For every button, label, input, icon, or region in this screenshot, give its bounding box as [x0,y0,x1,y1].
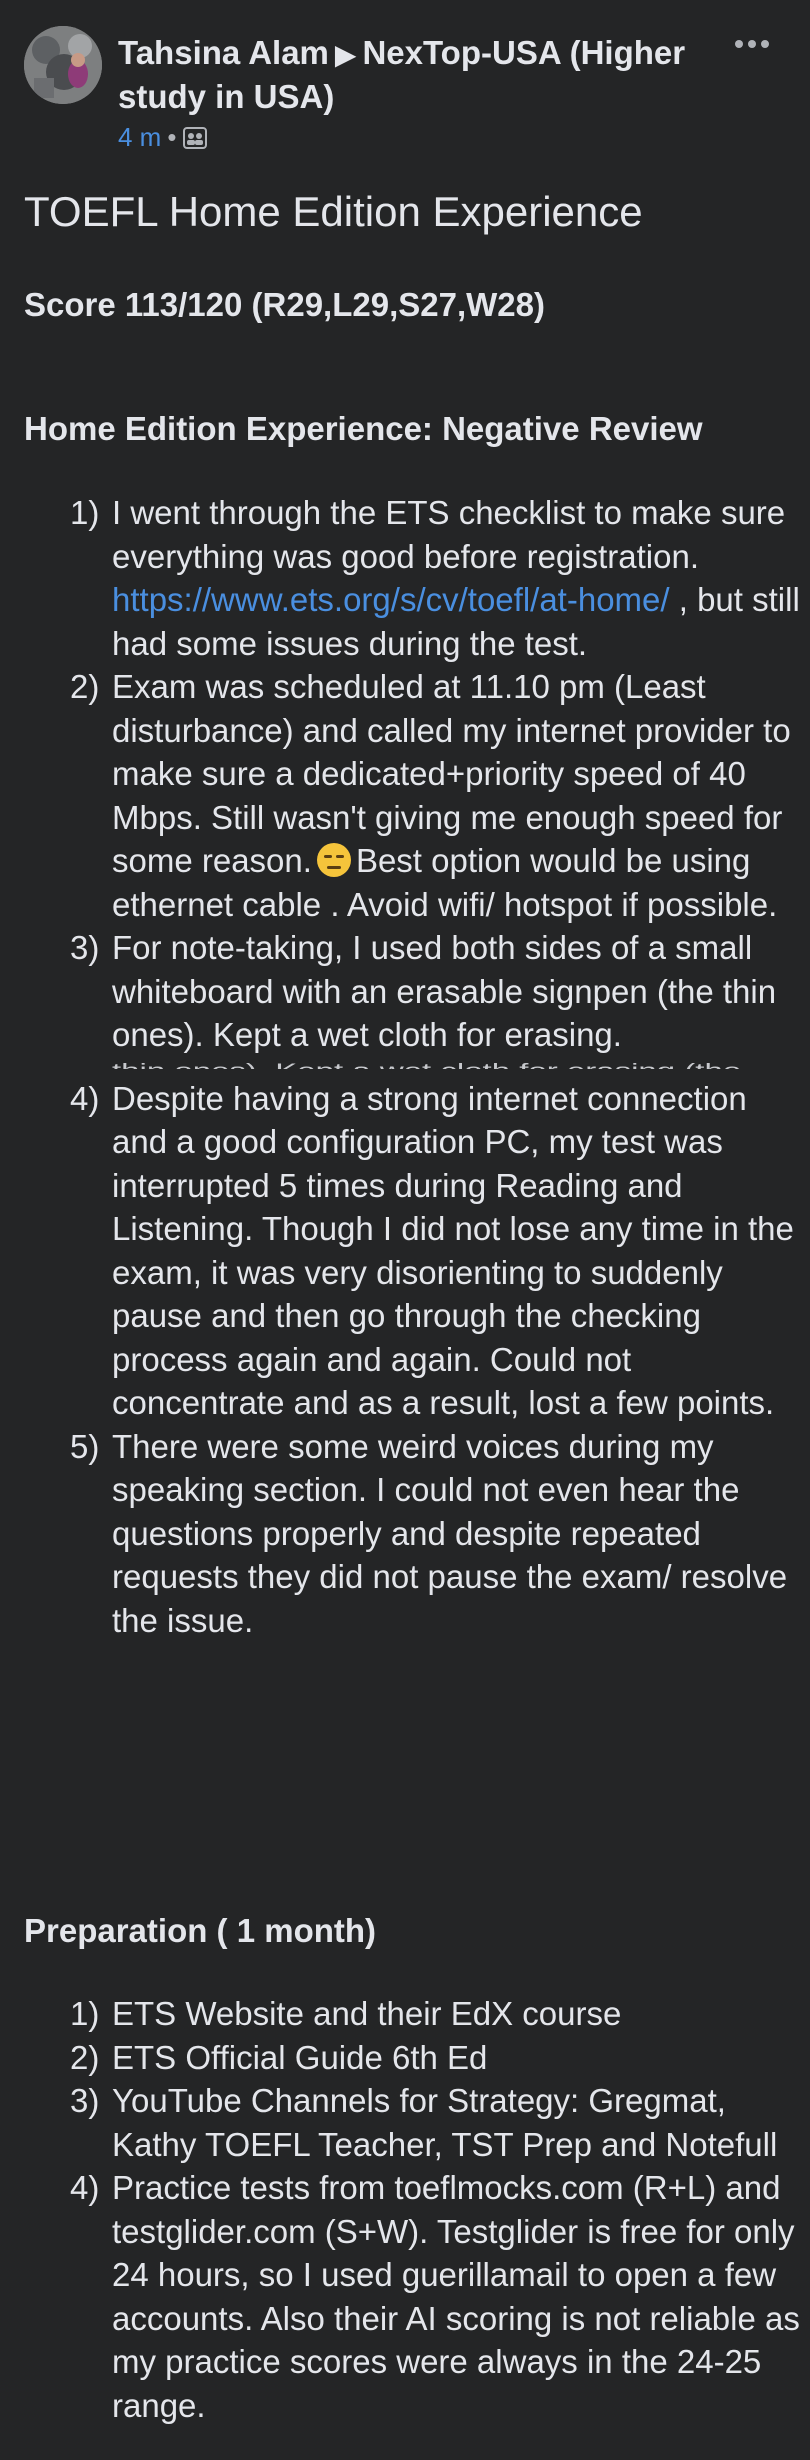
author-block: Tahsina Alam ▶ NexTop-USA (Higher study in… [118,32,718,153]
item-text: Practice tests from toeflmocks.com (R+L)… [112,2169,800,2424]
render-glitch-text: thin ones). Kept a wet cloth for erasing… [112,1057,800,1068]
item-text: There were some weird voices during my s… [112,1427,788,1639]
item-number: 1) [70,1995,100,2032]
item-text: ETS Website and their EdX course [112,1995,622,2032]
group-audience-icon [183,126,208,149]
avatar[interactable] [24,26,102,104]
item-number: 2) [70,668,100,705]
item-text: Despite having a strong internet connect… [112,1079,794,1422]
item-text: For note-taking, I used both sides of a … [112,929,777,1053]
item-number: 5) [70,1427,100,1465]
list-item: 2) Exam was scheduled at 11.10 pm (Least… [0,665,800,926]
score-line: Score 113/120 (R29,L29,S27,W28) [24,286,545,323]
review-heading: Home Edition Experience: Negative Review [24,410,703,447]
more-dots-icon[interactable] [732,34,772,54]
item-number: 3) [70,929,100,966]
item-number: 4) [70,1079,100,1117]
item-text: YouTube Channels for Strategy: Gregmat, … [112,2082,778,2163]
list-item: 3) YouTube Channels for Strategy: Gregma… [0,2079,800,2166]
list-item: 4) Practice tests from toeflmocks.com (R… [0,2166,800,2427]
post-card: Tahsina Alam ▶ NexTop-USA (Higher study in… [0,0,810,2460]
author-name[interactable]: Tahsina Alam [118,34,329,71]
item-text: ETS Official Guide 6th Ed [112,2038,488,2076]
item-number: 3) [70,2082,100,2119]
post-title: TOEFL Home Edition Experience [24,188,643,235]
item-number: 4) [70,2169,100,2206]
list-item: 4) Despite having a strong internet conn… [0,1077,800,1425]
meta-separator: • [167,122,177,152]
list-item: 1) ETS Website and their EdX course [0,1992,800,2036]
list-item: 3) For note-taking, I used both sides of… [0,926,800,1077]
list-item: 2) ETS Official Guide 6th Ed [0,2036,800,2080]
post-header: Tahsina Alam ▶ NexTop-USA (Higher study in… [24,24,786,164]
item-text: I went through the ETS checklist to make… [112,494,786,575]
post-meta: 4 m • [118,122,718,153]
review-list: 1) I went through the ETS checklist to m… [0,491,800,1642]
arrow-right-icon: ▶ [334,39,357,70]
preparation-heading: Preparation ( 1 month) [24,1912,377,1949]
item-number: 2) [70,2038,100,2076]
ets-checklist-link[interactable]: https://www.ets.org/s/cv/toefl/at-home/ [112,581,670,618]
expressionless-face-emoji-icon [316,843,351,877]
list-item: 1) I went through the ETS checklist to m… [0,491,800,665]
item-number: 1) [70,494,100,531]
post-timestamp[interactable]: 4 m [118,122,161,153]
preparation-list: 1) ETS Website and their EdX course 2) E… [0,1992,800,2427]
avatar-image [24,26,102,104]
post-attribution: Tahsina Alam ▶ NexTop-USA (Higher study in… [118,32,718,118]
list-item: 5) There were some weird voices during m… [0,1425,800,1643]
